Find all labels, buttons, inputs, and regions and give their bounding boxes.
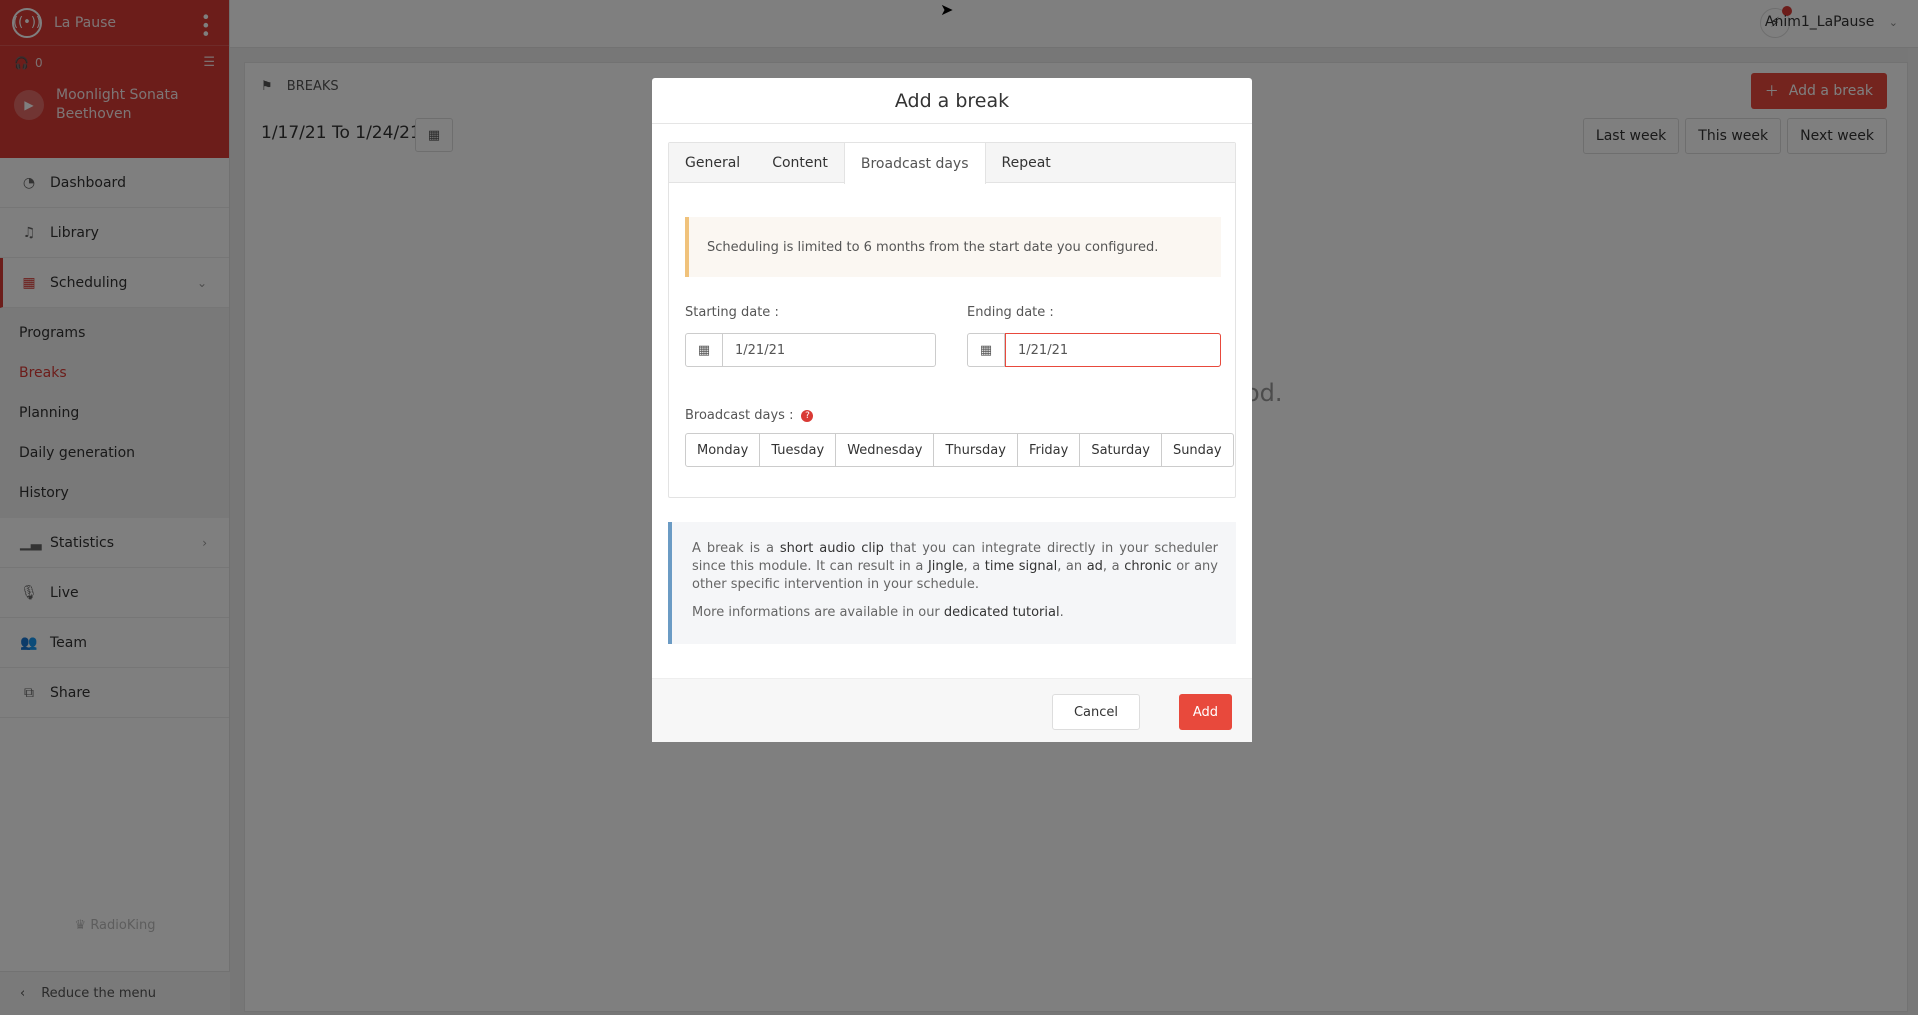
tab-panel: General Content Broadcast days Repeat Sc… [668,142,1236,498]
calendar-icon[interactable]: ▦ [686,334,723,366]
day-monday[interactable]: Monday [686,434,761,466]
broadcast-days-label: Broadcast days :? [685,408,814,423]
add-break-modal: Add a break General Content Broadcast da… [652,78,1252,742]
modal-footer: Cancel Add [652,678,1252,742]
modal-title: Add a break [652,78,1252,124]
tabs: General Content Broadcast days Repeat [669,143,1235,184]
break-info-box: A break is a short audio clip that you c… [668,522,1236,644]
end-date-label: Ending date : [967,305,1054,320]
start-date-label: Starting date : [685,305,779,320]
tab-content[interactable]: Content [756,143,844,182]
broadcast-days-label-text: Broadcast days : [685,408,794,423]
add-button[interactable]: Add [1178,694,1232,730]
day-thursday[interactable]: Thursday [934,434,1018,466]
help-icon[interactable]: ? [801,409,814,422]
day-saturday[interactable]: Saturday [1080,434,1162,466]
broadcast-days-group: Monday Tuesday Wednesday Thursday Friday… [685,433,1234,467]
tab-repeat[interactable]: Repeat [986,143,1067,182]
start-date-input[interactable] [723,334,935,366]
scheduling-limit-alert: Scheduling is limited to 6 months from t… [685,217,1221,277]
tutorial-link[interactable]: dedicated tutorial [944,605,1060,620]
end-date-field: ▦ [967,333,1221,367]
cancel-button[interactable]: Cancel [1051,694,1140,730]
tab-broadcast-days[interactable]: Broadcast days [843,143,986,184]
start-date-field: ▦ [685,333,936,367]
info-paragraph: A break is a short audio clip that you c… [692,541,1218,592]
end-date-input[interactable] [1005,333,1221,367]
calendar-icon[interactable]: ▦ [968,334,1005,366]
day-tuesday[interactable]: Tuesday [760,434,837,466]
tab-general[interactable]: General [669,143,756,182]
mouse-cursor-icon: ➤ [940,0,954,19]
day-wednesday[interactable]: Wednesday [836,434,935,466]
day-sunday[interactable]: Sunday [1162,434,1233,466]
info-paragraph-more: More informations are available in our d… [692,605,1064,620]
day-friday[interactable]: Friday [1018,434,1081,466]
